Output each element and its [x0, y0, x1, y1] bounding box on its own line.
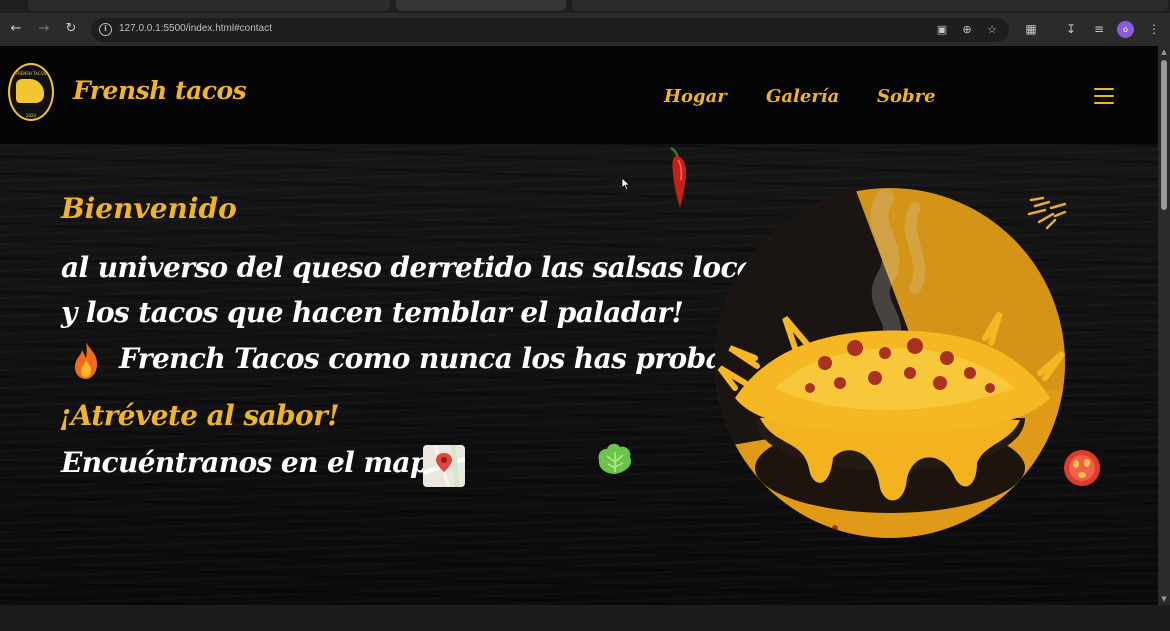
- page-viewport: FRENSH TACOS 2024 Frensh tacos Hogar Gal…: [0, 46, 1158, 605]
- profile-avatar[interactable]: o: [1117, 21, 1134, 38]
- translate-icon[interactable]: ▣: [934, 22, 950, 38]
- bookmark-star-icon[interactable]: ☆: [984, 22, 1000, 38]
- bottom-bar: [0, 605, 1170, 631]
- brand-name[interactable]: Frensh tacos: [73, 76, 247, 105]
- site-info-icon[interactable]: i: [99, 23, 112, 36]
- hero-dare: ¡Atrévete al sabor!: [59, 399, 340, 432]
- download-icon[interactable]: ↧: [1063, 21, 1079, 37]
- mouse-cursor-icon: [621, 177, 631, 191]
- tab-1[interactable]: [28, 0, 390, 11]
- browser-toolbar: ← → ↻ i 127.0.0.1:5500/index.html#contac…: [0, 13, 1170, 46]
- menu-dots-icon[interactable]: ⋮: [1146, 21, 1162, 37]
- chili-pepper-icon: [670, 146, 687, 208]
- map-pin-icon[interactable]: [423, 445, 465, 487]
- tab-3[interactable]: [572, 0, 1168, 11]
- brand-logo[interactable]: FRENSH TACOS 2024: [8, 63, 54, 121]
- hamburger-icon[interactable]: [1094, 86, 1114, 106]
- scroll-down-icon[interactable]: ▼: [1160, 595, 1168, 603]
- fire-icon: [74, 342, 98, 379]
- reload-icon[interactable]: ↻: [63, 21, 79, 37]
- logo-mascot: [16, 79, 44, 103]
- tab-2[interactable]: [396, 0, 566, 11]
- spices-icon: [1027, 196, 1067, 230]
- hero-line-2: y los tacos que hacen temblar el paladar…: [61, 296, 684, 329]
- map-link-text[interactable]: Encuéntranos en el mapa: [61, 446, 447, 479]
- site-header: FRENSH TACOS 2024 Frensh tacos Hogar Gal…: [0, 46, 1158, 144]
- address-bar[interactable]: i 127.0.0.1:5500/index.html#contact ▣ ⊕ …: [91, 18, 1009, 42]
- page-scrollbar[interactable]: ▲ ▼: [1158, 46, 1170, 605]
- tab-strip: [0, 0, 1170, 13]
- hero-line-3: French Tacos como nunca los has probado.…: [119, 342, 779, 375]
- back-icon[interactable]: ←: [8, 21, 24, 37]
- media-icon[interactable]: ≡: [1091, 21, 1107, 37]
- tomato-slice-icon: [1064, 450, 1100, 486]
- nav-sobre[interactable]: Sobre: [877, 86, 936, 107]
- food-image: [715, 188, 1065, 538]
- scroll-thumb[interactable]: [1161, 60, 1167, 210]
- url-text[interactable]: 127.0.0.1:5500/index.html#contact: [119, 23, 272, 34]
- logo-year: 2024: [25, 113, 37, 118]
- extensions-icon[interactable]: ▦: [1023, 21, 1039, 37]
- hero-line-1: al universo del queso derretido las sals…: [61, 251, 770, 284]
- lettuce-icon: [598, 443, 632, 474]
- nav-galeria[interactable]: Galería: [766, 86, 839, 107]
- logo-ring-text: FRENSH TACOS: [15, 71, 47, 76]
- hero-welcome: Bienvenido: [61, 192, 237, 225]
- zoom-icon[interactable]: ⊕: [959, 22, 975, 38]
- nav-hogar[interactable]: Hogar: [664, 86, 727, 107]
- forward-icon[interactable]: →: [36, 21, 52, 37]
- scroll-up-icon[interactable]: ▲: [1160, 48, 1168, 56]
